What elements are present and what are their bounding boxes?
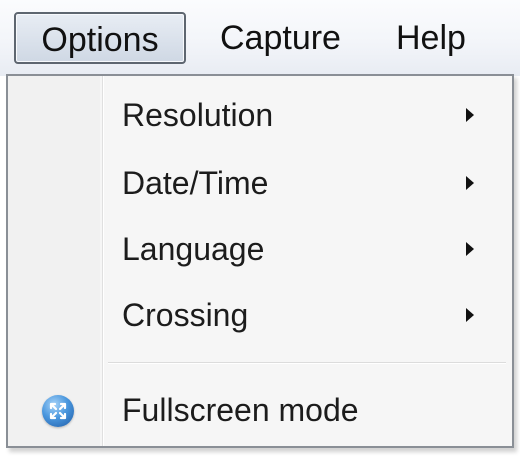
menu-item-crossing[interactable]: Crossing [10, 284, 510, 346]
menu-item-label: Resolution [122, 97, 274, 133]
options-dropdown: Resolution Date/Time Language Crossing F… [6, 74, 514, 448]
fullscreen-icon [42, 395, 74, 427]
menu-item-resolution[interactable]: Resolution [10, 84, 510, 146]
menu-separator [108, 362, 506, 364]
menu-item-label: Language [122, 231, 265, 267]
menu-item-fullscreen-mode[interactable]: Fullscreen mode [10, 378, 510, 442]
menu-item-date-time[interactable]: Date/Time [10, 152, 510, 214]
menu-options[interactable]: Options [14, 12, 186, 64]
menu-item-label: Date/Time [122, 165, 269, 201]
menu-capture[interactable]: Capture [220, 12, 341, 64]
menu-item-label: Crossing [122, 297, 249, 333]
submenu-arrow-icon [466, 242, 474, 256]
submenu-arrow-icon [466, 176, 474, 190]
menu-item-language[interactable]: Language [10, 218, 510, 280]
menu-bar: Options Capture Help [0, 0, 520, 76]
submenu-arrow-icon [466, 308, 474, 322]
menu-item-label: Fullscreen mode [122, 392, 359, 428]
menu-help[interactable]: Help [396, 12, 466, 64]
submenu-arrow-icon [466, 108, 474, 122]
